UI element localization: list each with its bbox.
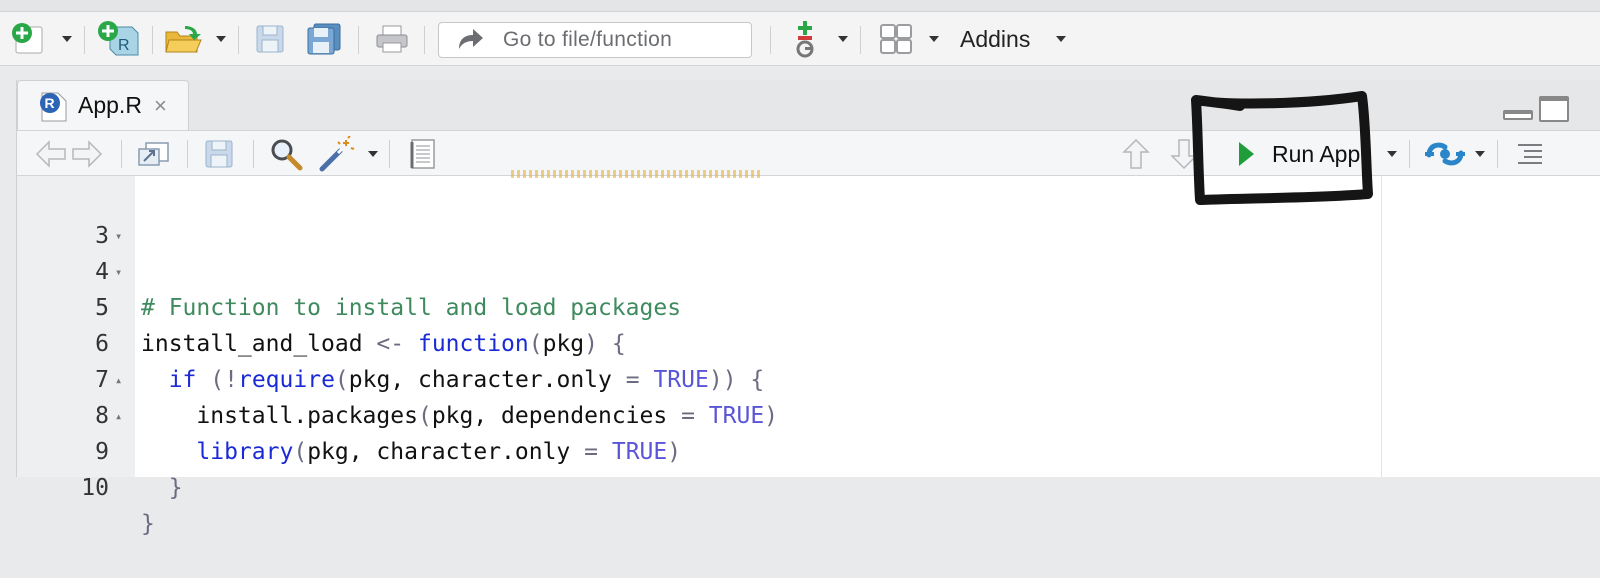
magic-wand-icon	[319, 136, 355, 172]
code-tools-button[interactable]	[317, 131, 357, 177]
main-toolbar: R Go to file/function Addins	[0, 12, 1600, 66]
save-button[interactable]	[252, 12, 288, 66]
addins-label: Addins	[960, 26, 1031, 52]
save-icon	[256, 25, 284, 53]
r-logo-icon: R	[40, 92, 67, 122]
back-arrow-icon	[35, 140, 66, 168]
svg-text:R: R	[118, 37, 130, 54]
line-number: 10	[81, 475, 109, 501]
goto-file-function-input[interactable]: Go to file/function	[438, 22, 752, 58]
addins-dropdown-caret[interactable]	[1056, 36, 1066, 42]
play-icon	[1239, 142, 1254, 166]
go-forward-button[interactable]	[69, 131, 105, 177]
goto-placeholder: Go to file/function	[503, 28, 673, 51]
code-line: 9 ▴ }	[17, 398, 1417, 537]
vcs-dropdown-caret[interactable]	[838, 36, 848, 42]
version-control-button[interactable]	[786, 12, 824, 66]
code-line: 7 library(pkg, character.only = TRUE)	[17, 326, 1417, 465]
forward-arrow-icon	[72, 140, 103, 168]
editor-save-button[interactable]	[201, 131, 237, 177]
outline-icon	[1518, 144, 1542, 164]
new-project-button[interactable]: R	[94, 12, 142, 66]
find-replace-button[interactable]	[267, 131, 305, 177]
fold-toggle-icon[interactable]: ▾	[115, 254, 122, 290]
up-arrow-icon	[1122, 138, 1150, 169]
fold-toggle-icon[interactable]: ▾	[115, 218, 122, 254]
code-line: 3 # Function to install and load package…	[17, 182, 1417, 321]
publish-icon	[1425, 142, 1465, 166]
new-file-icon	[12, 23, 43, 54]
fold-end-icon[interactable]: ▴	[115, 398, 122, 434]
open-folder-icon	[165, 26, 202, 53]
publish-button[interactable]	[1423, 131, 1467, 177]
panes-grid-icon	[880, 24, 912, 54]
editor-toolbar: Run App	[17, 130, 1600, 176]
panes-dropdown-caret[interactable]	[929, 36, 939, 42]
compile-report-button[interactable]	[405, 131, 441, 177]
run-app-label: Run App	[1272, 140, 1361, 167]
show-in-new-window-button[interactable]	[133, 131, 173, 177]
vcs-icon	[796, 21, 814, 58]
file-tab-app-r[interactable]: R App.R ×	[17, 80, 189, 130]
show-in-window-icon	[138, 142, 169, 166]
code-line: 6 install.packages(pkg, dependencies = T…	[17, 290, 1417, 429]
open-file-dropdown-caret[interactable]	[216, 36, 226, 42]
source-editor-pane: R App.R × Run App 3 # Function to instal…	[16, 80, 1600, 537]
new-file-button[interactable]	[6, 12, 46, 66]
tab-close-icon[interactable]: ×	[154, 93, 167, 119]
code-tools-dropdown-caret[interactable]	[368, 151, 378, 157]
code-editor[interactable]: 3 # Function to install and load package…	[17, 170, 1600, 537]
fold-end-icon[interactable]: ▴	[115, 362, 122, 398]
go-back-button[interactable]	[33, 131, 69, 177]
minimize-pane-button[interactable]	[1503, 110, 1533, 120]
publish-dropdown-caret[interactable]	[1475, 151, 1485, 157]
new-project-icon: R	[98, 21, 139, 56]
code-line: 10	[17, 434, 1417, 501]
code-line: 4 ▾ install_and_load <- function(pkg) {	[17, 218, 1417, 357]
open-file-button[interactable]	[162, 12, 206, 66]
next-section-button[interactable]	[1167, 131, 1201, 177]
down-arrow-icon	[1170, 139, 1198, 170]
search-icon	[271, 139, 303, 171]
save-all-button[interactable]	[304, 12, 344, 66]
save-icon	[205, 140, 233, 168]
code-line: 8 ▴ }	[17, 362, 1417, 501]
goto-arrow-icon	[459, 29, 483, 49]
addins-menu[interactable]: Addins	[960, 12, 1030, 66]
code-line: 5 ▾ if (!require(pkg, character.only = T…	[17, 254, 1417, 393]
svg-text:R: R	[45, 95, 55, 111]
save-all-icon	[307, 23, 341, 55]
run-app-dropdown-caret[interactable]	[1387, 151, 1397, 157]
tab-label: App.R	[78, 92, 142, 118]
run-app-button[interactable]: Run App	[1239, 133, 1360, 175]
compile-report-icon	[410, 139, 435, 169]
window-title-strip	[0, 0, 1600, 12]
previous-section-button[interactable]	[1119, 131, 1153, 177]
new-file-dropdown-caret[interactable]	[62, 36, 72, 42]
maximize-pane-button[interactable]	[1539, 96, 1569, 122]
workspace-panes-button[interactable]	[876, 12, 916, 66]
spellcheck-squiggle	[511, 170, 761, 178]
document-outline-button[interactable]	[1513, 131, 1547, 177]
print-button[interactable]	[372, 12, 412, 66]
print-icon	[376, 25, 408, 53]
